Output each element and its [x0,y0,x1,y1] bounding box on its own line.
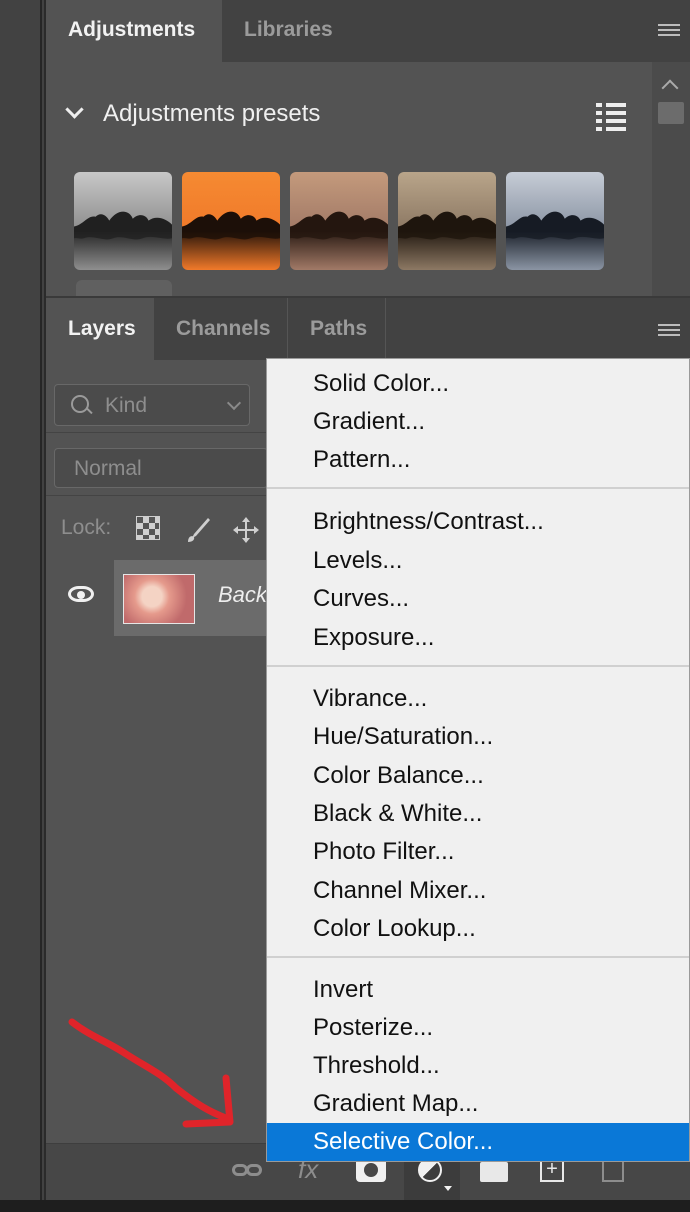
panel-menu-icon[interactable] [658,324,680,338]
scroll-up-icon[interactable] [661,79,679,97]
menu-item-posterize[interactable]: Posterize... [267,1009,689,1047]
layers-tabbar: Layers Channels Paths [46,298,690,360]
menu-item-photo-filter[interactable]: Photo Filter... [267,833,689,871]
adjustments-panel: Adjustments Libraries Adjustments preset… [46,0,690,296]
visibility-column [46,560,114,636]
menu-item-solid-color[interactable]: Solid Color... [267,365,689,403]
filter-kind-label: Kind [105,394,148,417]
menu-item-brightness-contrast[interactable]: Brightness/Contrast... [267,503,689,541]
filter-kind-select[interactable]: Kind [54,384,250,426]
trash-icon[interactable] [599,1156,627,1182]
tab-adjustments[interactable]: Adjustments [46,0,222,62]
menu-item-invert[interactable]: Invert [267,971,689,1009]
adjustments-tabbar: Adjustments Libraries [46,0,690,62]
list-view-icon[interactable] [596,103,626,131]
menu-item-black-white[interactable]: Black & White... [267,795,689,833]
lock-transparent-pixels-icon[interactable] [136,516,160,540]
menu-separator [267,665,689,667]
menu-item-gradient-map[interactable]: Gradient Map... [267,1085,689,1123]
eye-icon[interactable] [68,586,94,602]
lock-position-icon[interactable] [232,516,259,543]
lock-label: Lock: [61,516,112,539]
layer-thumbnail[interactable] [123,574,195,624]
dropdown-indicator-icon [444,1186,452,1191]
menu-separator [267,487,689,489]
link-layers-icon[interactable] [232,1164,266,1178]
search-icon [71,395,89,413]
new-group-folder-icon[interactable] [480,1162,508,1182]
preset-thumbnail-partial [76,280,172,296]
blend-mode-select[interactable]: Normal [54,448,268,488]
menu-item-gradient[interactable]: Gradient... [267,403,689,441]
menu-item-pattern[interactable]: Pattern... [267,441,689,479]
menu-item-exposure[interactable]: Exposure... [267,619,689,657]
preset-dusk-thumbnail[interactable] [290,172,388,270]
lock-image-pixels-icon[interactable] [184,516,210,542]
panel-menu-icon[interactable] [658,24,680,38]
panel-divider [40,0,42,1212]
tab-paths[interactable]: Paths [288,298,386,360]
section-title: Adjustments presets [103,100,321,127]
adjustments-presets-header[interactable]: Adjustments presets [65,100,321,128]
menu-item-levels[interactable]: Levels... [267,542,689,580]
menu-item-channel-mixer[interactable]: Channel Mixer... [267,872,689,910]
bottom-bar [0,1200,690,1212]
menu-separator [267,956,689,958]
preset-sunset-thumbnail[interactable] [182,172,280,270]
chevron-down-icon [226,395,242,411]
preset-grayscale-thumbnail[interactable] [74,172,172,270]
menu-item-color-lookup[interactable]: Color Lookup... [267,910,689,948]
tab-layers[interactable]: Layers [46,298,154,360]
new-adjustment-layer-menu: Solid Color... Gradient... Pattern... Brigh… [266,358,690,1162]
blend-mode-label: Normal [74,457,142,480]
scroll-thumb[interactable] [658,102,684,124]
tab-libraries[interactable]: Libraries [222,0,348,62]
layer-name[interactable]: Back [218,582,267,608]
menu-item-selective-color[interactable]: Selective Color... [267,1123,689,1161]
preset-sepia-thumbnail[interactable] [398,172,496,270]
menu-item-color-balance[interactable]: Color Balance... [267,757,689,795]
menu-item-curves[interactable]: Curves... [267,580,689,618]
chevron-down-icon[interactable] [65,100,84,119]
menu-item-vibrance[interactable]: Vibrance... [267,680,689,718]
menu-item-threshold[interactable]: Threshold... [267,1047,689,1085]
scrollbar[interactable] [652,62,690,296]
menu-item-hue-saturation[interactable]: Hue/Saturation... [267,718,689,756]
tab-channels[interactable]: Channels [154,298,288,360]
preset-cool-thumbnail[interactable] [506,172,604,270]
